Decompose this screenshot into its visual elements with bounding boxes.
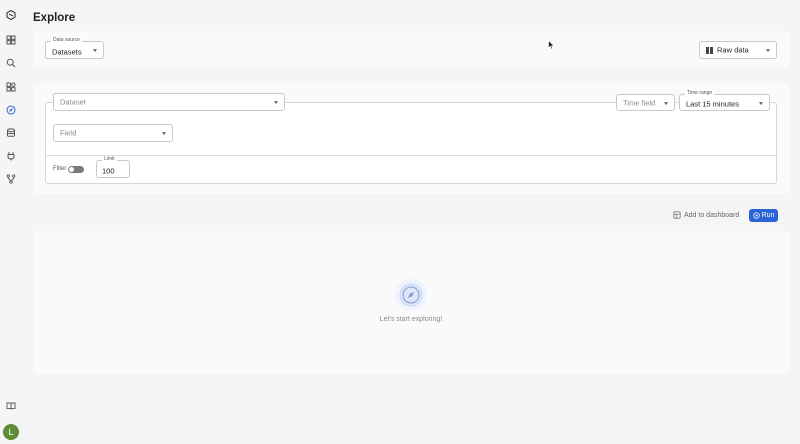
sidebar: L (0, 0, 22, 444)
time-range-select[interactable]: Time range Last 15 minutes (679, 90, 770, 111)
field-select[interactable]: Field (53, 124, 173, 142)
divider (46, 155, 776, 156)
run-label: Run (761, 212, 775, 219)
chevron-down-icon (274, 101, 278, 105)
dashboard-add-icon (673, 211, 681, 219)
limit-value: 100 (102, 166, 115, 176)
field-placeholder: Field (60, 128, 77, 138)
query-builder (45, 102, 777, 184)
data-source-select[interactable]: Data source Datasets (45, 37, 104, 59)
filter-toggle[interactable] (68, 166, 84, 173)
chevron-down-icon (766, 49, 770, 53)
source-bar (33, 31, 789, 68)
cursor-icon (548, 40, 555, 50)
add-to-dashboard-label: Add to dashboard (684, 211, 740, 219)
time-range-label: Time range (685, 90, 715, 96)
search-icon[interactable] (4, 56, 18, 70)
chevron-down-icon (93, 49, 97, 53)
docs-icon[interactable] (4, 399, 18, 413)
page-title: Explore (33, 12, 76, 24)
view-mode-select[interactable]: Raw data (699, 41, 777, 59)
limit-input[interactable]: Limit 100 (96, 156, 130, 178)
compass-icon (395, 279, 427, 311)
limit-label: Limit (102, 156, 117, 162)
data-source-value: Datasets (52, 47, 82, 57)
run-button[interactable]: Run (749, 209, 778, 222)
view-mode-label: Raw data (717, 45, 749, 55)
chevron-down-icon (664, 101, 668, 105)
data-source-label: Data source (51, 37, 82, 43)
avatar[interactable]: L (3, 424, 19, 440)
filter-label: Filter (53, 166, 67, 172)
database-icon[interactable] (4, 126, 18, 140)
chevron-down-icon (759, 101, 763, 105)
integrations-icon[interactable] (4, 149, 18, 163)
logo-icon[interactable] (4, 8, 18, 22)
dashboard-icon[interactable] (4, 33, 18, 47)
explore-icon[interactable] (4, 103, 18, 117)
pipeline-icon[interactable] (4, 172, 18, 186)
dataset-placeholder: Dataset (60, 97, 86, 107)
chevron-down-icon (162, 132, 166, 136)
empty-state-message: Let's start exploring! (379, 316, 443, 323)
time-range-value: Last 15 minutes (686, 99, 739, 109)
time-field-select[interactable]: Time field (616, 94, 675, 111)
columns-icon (706, 47, 713, 54)
play-icon (752, 212, 760, 219)
add-to-dashboard-button[interactable]: Add to dashboard (673, 211, 739, 219)
templates-icon[interactable] (4, 80, 18, 94)
time-field-placeholder: Time field (623, 98, 656, 107)
dataset-select[interactable]: Dataset (53, 93, 285, 111)
